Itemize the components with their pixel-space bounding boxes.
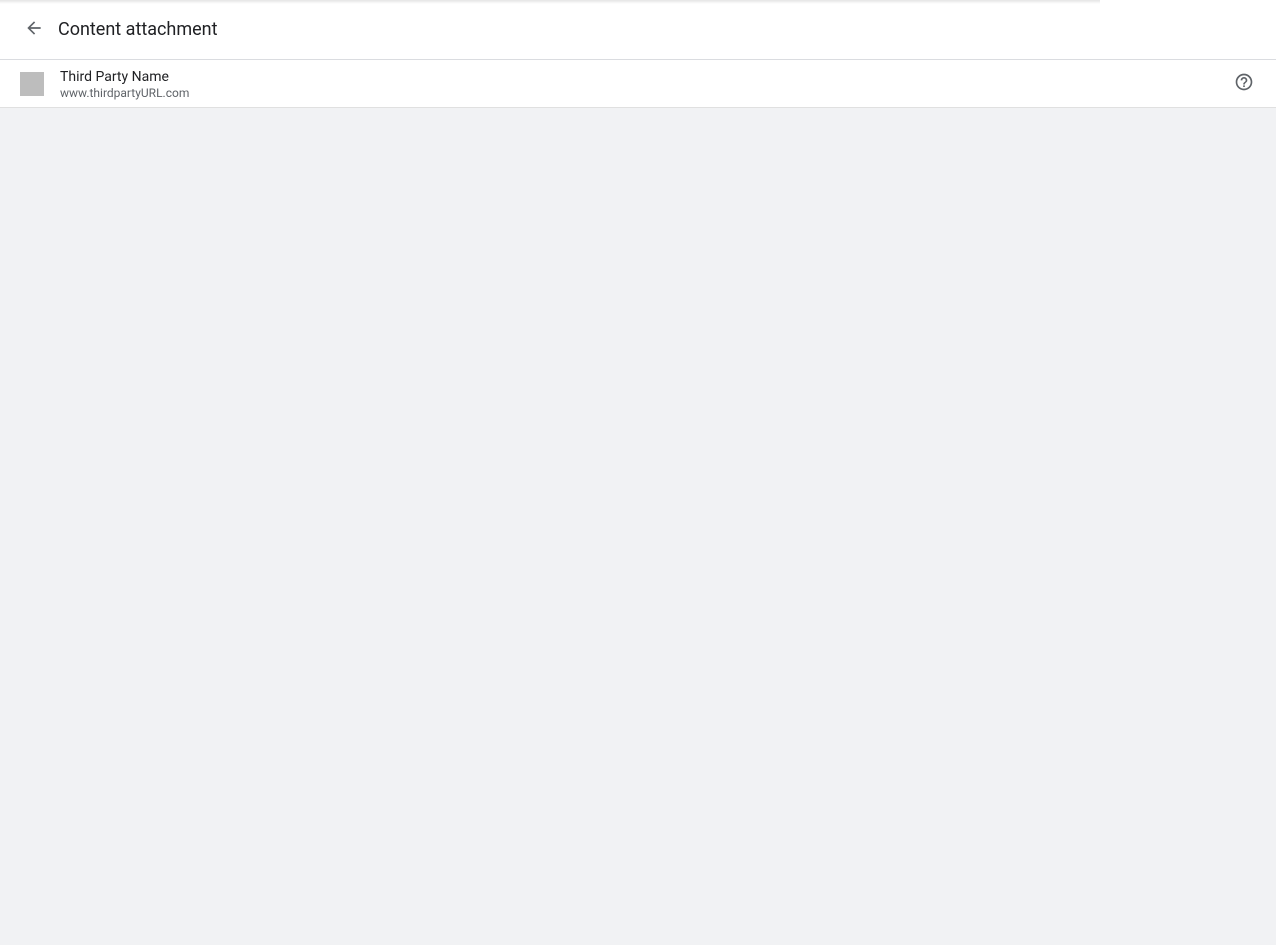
third-party-name: Third Party Name xyxy=(60,68,189,86)
third-party-logo-placeholder xyxy=(20,72,44,96)
third-party-url: www.thirdpartyURL.com xyxy=(60,86,189,100)
titlebar: Content attachment xyxy=(0,0,1276,60)
page-title: Content attachment xyxy=(58,19,218,40)
arrow-left-icon xyxy=(24,18,44,42)
help-icon xyxy=(1234,72,1254,96)
third-party-info: Third Party Name www.thirdpartyURL.com xyxy=(60,68,189,100)
third-party-header: Third Party Name www.thirdpartyURL.com xyxy=(0,60,1276,108)
content-area xyxy=(0,108,1276,945)
back-button[interactable] xyxy=(22,18,46,42)
help-button[interactable] xyxy=(1232,72,1256,96)
